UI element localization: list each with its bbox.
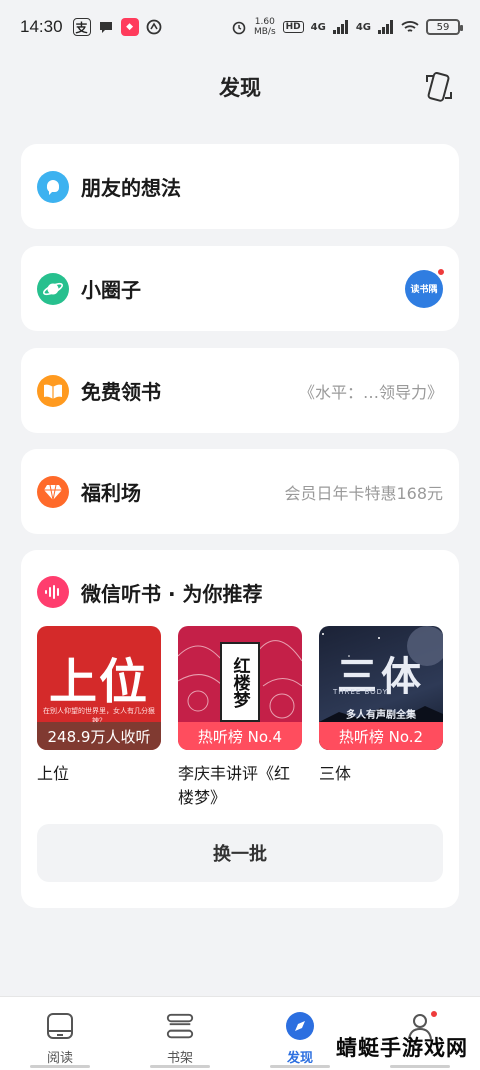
- cover-title: 上位: [48, 654, 149, 710]
- friends-thoughts-label: 朋友的想法: [81, 176, 181, 200]
- free-books-sub: 《水平：…领导力》: [298, 382, 443, 402]
- network-speed-unit: MB/s: [253, 27, 276, 37]
- profile-notification-dot: [429, 1009, 439, 1019]
- cover-small-title: THREE BODY: [333, 688, 388, 696]
- new-badge-dot: [436, 266, 446, 277]
- free-books-card[interactable]: 免费领书 《水平：…领导力》: [21, 348, 459, 433]
- read-icon: [45, 1011, 75, 1041]
- circle-card[interactable]: 小圈子 读书隅: [21, 246, 459, 331]
- red-app-notification-icon: ◆: [120, 18, 139, 36]
- book-title: 上位: [37, 764, 70, 783]
- tab-underline: [30, 1065, 90, 1068]
- rank-bar: 热听榜 No.2: [319, 722, 443, 750]
- circle-label: 小圈子: [81, 278, 141, 302]
- wifi-icon: [401, 21, 419, 32]
- welfare-label: 福利场: [81, 481, 141, 505]
- site-watermark: 蜻蜓手游戏网: [336, 1036, 468, 1060]
- book-cover[interactable]: 红楼梦 热听榜 No.4: [178, 626, 302, 750]
- hd-icon: HD: [282, 21, 304, 33]
- signal-icon-2: [378, 20, 393, 34]
- friends-thoughts-icon: [37, 170, 69, 203]
- battery-level: 59: [436, 21, 450, 33]
- refresh-batch-button[interactable]: 换一批: [37, 824, 443, 882]
- network-speed-value: 1.60: [254, 17, 275, 27]
- network-type-2: 4G: [355, 21, 371, 33]
- recommend-card: 微信听书 · 为你推荐 上位 在别人仰望的世界里，女人有几分狠辣？ 248.9万…: [21, 550, 459, 908]
- status-bar: 14:30 支 ◆ 1.60 MB/s HD 4G 4G 59: [0, 0, 480, 54]
- status-time: 14:30: [20, 17, 63, 36]
- network-type-1: 4G: [310, 21, 326, 33]
- status-right: 1.60 MB/s HD 4G 4G 59: [231, 0, 463, 54]
- app-notification-icon: 支: [72, 18, 91, 36]
- open-book-icon: [37, 374, 69, 407]
- tab-shelf[interactable]: 书架: [120, 997, 240, 1070]
- listen-count-bar: 248.9万人收听: [37, 722, 161, 750]
- battery-icon: 59: [426, 19, 463, 35]
- tab-underline: [150, 1065, 210, 1068]
- recommend-title: 微信听书 · 为你推荐: [81, 581, 263, 606]
- page-header: 发现: [0, 54, 480, 120]
- welfare-sub: 会员日年卡特惠168元: [284, 483, 443, 503]
- welfare-card[interactable]: 福利场 会员日年卡特惠168元: [21, 449, 459, 534]
- free-books-label: 免费领书: [81, 380, 161, 404]
- book-item[interactable]: 上位 在别人仰望的世界里，女人有几分狠辣？ 248.9万人收听 上位: [37, 626, 161, 810]
- tab-underline: [270, 1065, 330, 1068]
- bookshelf-icon: [165, 1011, 195, 1041]
- book-item[interactable]: 三体 THREE BODY 多人有声剧全集 热听榜 No.2 三体: [319, 626, 443, 810]
- signal-icon-1: [332, 20, 348, 34]
- book-cover[interactable]: 上位 在别人仰望的世界里，女人有几分狠辣？ 248.9万人收听: [37, 626, 161, 750]
- rotate-device-icon[interactable]: [424, 70, 454, 104]
- tab-discover-label: 发现: [286, 1051, 313, 1066]
- book-item[interactable]: 红楼梦 热听榜 No.4 李庆丰讲评《红楼梦》: [178, 626, 302, 810]
- tab-underline: [390, 1065, 450, 1068]
- book-title: 李庆丰讲评《红楼梦》: [178, 764, 291, 807]
- diamond-icon: [37, 475, 69, 508]
- book-cover[interactable]: 三体 THREE BODY 多人有声剧全集 热听榜 No.2: [319, 626, 443, 750]
- tab-read-label: 阅读: [46, 1051, 73, 1066]
- circle-group-name: 读书隅: [410, 285, 438, 295]
- recommend-header: 微信听书 · 为你推荐: [37, 576, 263, 608]
- network-speed: 1.60 MB/s: [254, 17, 276, 37]
- friends-thoughts-card[interactable]: 朋友的想法: [21, 144, 459, 229]
- cover-title-box: 红楼梦: [220, 642, 260, 722]
- compass-icon: [285, 1011, 315, 1041]
- cover-title: 红楼梦: [229, 656, 250, 708]
- audio-wave-icon: [37, 576, 69, 608]
- cover-caption: 多人有声剧全集: [346, 710, 416, 721]
- book-list: 上位 在别人仰望的世界里，女人有几分狠辣？ 248.9万人收听 上位 红楼梦 热: [37, 626, 443, 810]
- alarm-icon: [232, 21, 246, 35]
- circle-group-avatar[interactable]: 读书隅: [405, 266, 446, 308]
- chat-notification-icon: [97, 18, 115, 36]
- ai-notification-icon: [145, 18, 163, 36]
- rank-bar: 热听榜 No.4: [178, 722, 302, 750]
- page-title: 发现: [219, 76, 261, 100]
- planet-icon: [37, 272, 69, 305]
- book-title: 三体: [319, 764, 352, 783]
- tab-shelf-label: 书架: [166, 1051, 193, 1066]
- tab-read[interactable]: 阅读: [0, 997, 120, 1070]
